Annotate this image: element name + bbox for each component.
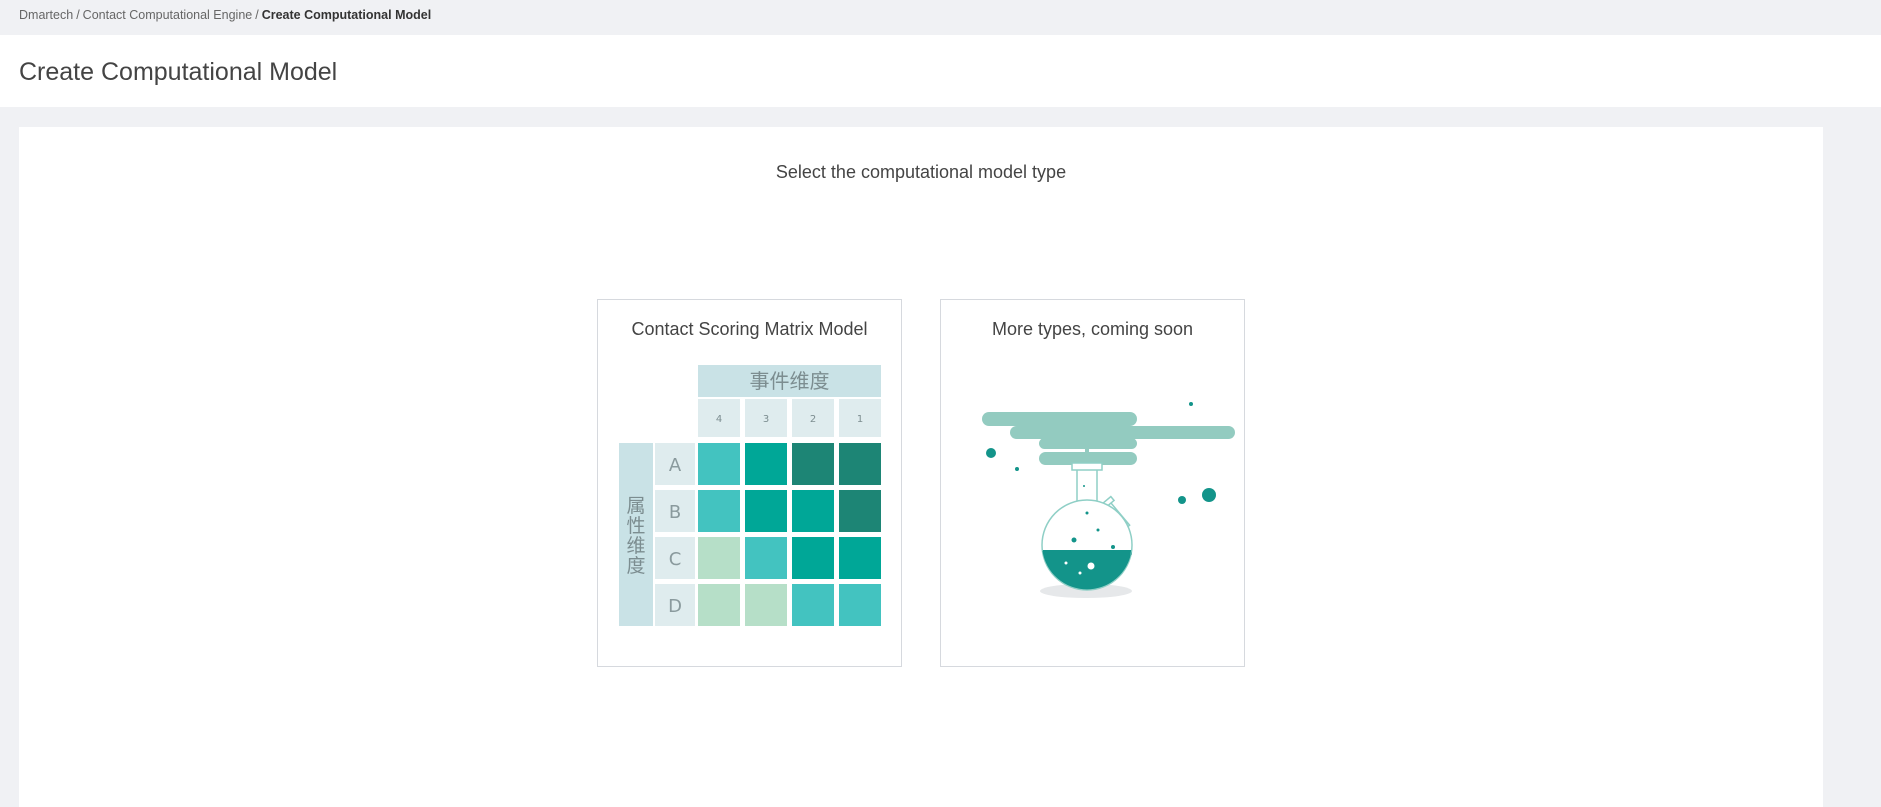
card-more-types[interactable]: More types, coming soon — [940, 299, 1245, 667]
matrix-score-cell — [839, 490, 881, 532]
matrix-score-cell — [792, 490, 834, 532]
breadcrumb-link-contact-engine[interactable]: Contact Computational Engine — [83, 8, 253, 22]
page-subtitle: Select the computational model type — [775, 162, 1067, 182]
breadcrumb-current: Create Computational Model — [261, 8, 432, 22]
card-title: Contact Scoring Matrix Model — [631, 319, 868, 339]
matrix-row-header-char: 度 — [626, 555, 645, 577]
matrix-score-cell — [745, 537, 787, 579]
matrix-row-label: D — [668, 596, 682, 617]
matrix-row-label: C — [669, 549, 682, 570]
matrix-score-cell — [839, 584, 881, 626]
matrix-score-cell — [698, 490, 740, 532]
breadcrumb-separator: / — [76, 8, 80, 22]
matrix-column-header-label: 事件维度 — [750, 369, 830, 393]
breadcrumb: Dmartech / Contact Computational Engine / Cr… — [19, 0, 431, 35]
matrix-score-cell — [745, 490, 787, 532]
matrix-score-cell — [698, 443, 740, 485]
matrix-score-cell — [792, 537, 834, 579]
breadcrumb-separator: / — [255, 8, 259, 22]
matrix-row-label: A — [669, 455, 682, 476]
matrix-score-cell — [839, 537, 881, 579]
matrix-score-cell — [745, 443, 787, 485]
matrix-column-label: 2 — [810, 414, 816, 425]
page-title: Create Computational Model — [19, 58, 338, 86]
matrix-row-header-char: 性 — [626, 515, 645, 537]
scoring-matrix-illustration: 事件维度 4 3 2 1 属性维度 A B C D — [619, 365, 881, 626]
flask-icon — [982, 402, 1235, 598]
card-contact-scoring-matrix[interactable]: Contact Scoring Matrix Model 事件维度 4 3 2 1 属… — [597, 299, 902, 667]
breadcrumb-link-dmartech[interactable]: Dmartech — [19, 8, 73, 22]
matrix-row-label: B — [669, 502, 681, 523]
matrix-score-cell — [839, 443, 881, 485]
matrix-score-cell — [698, 584, 740, 626]
card-title: More types, coming soon — [991, 319, 1194, 339]
matrix-score-cell — [698, 537, 740, 579]
matrix-score-cell — [745, 584, 787, 626]
page-header: Create Computational Model — [0, 35, 1881, 107]
matrix-row-header-label: 属性维度 — [626, 495, 645, 577]
content-panel: Select the computational model type Cont… — [19, 127, 1823, 807]
matrix-column-label: 1 — [857, 414, 863, 425]
matrix-column-label: 3 — [763, 414, 769, 425]
matrix-score-cell — [792, 584, 834, 626]
matrix-column-label: 4 — [716, 414, 722, 425]
matrix-row-header-char: 维 — [626, 535, 645, 557]
matrix-score-cell — [792, 443, 834, 485]
matrix-row-header-char: 属 — [626, 495, 645, 517]
